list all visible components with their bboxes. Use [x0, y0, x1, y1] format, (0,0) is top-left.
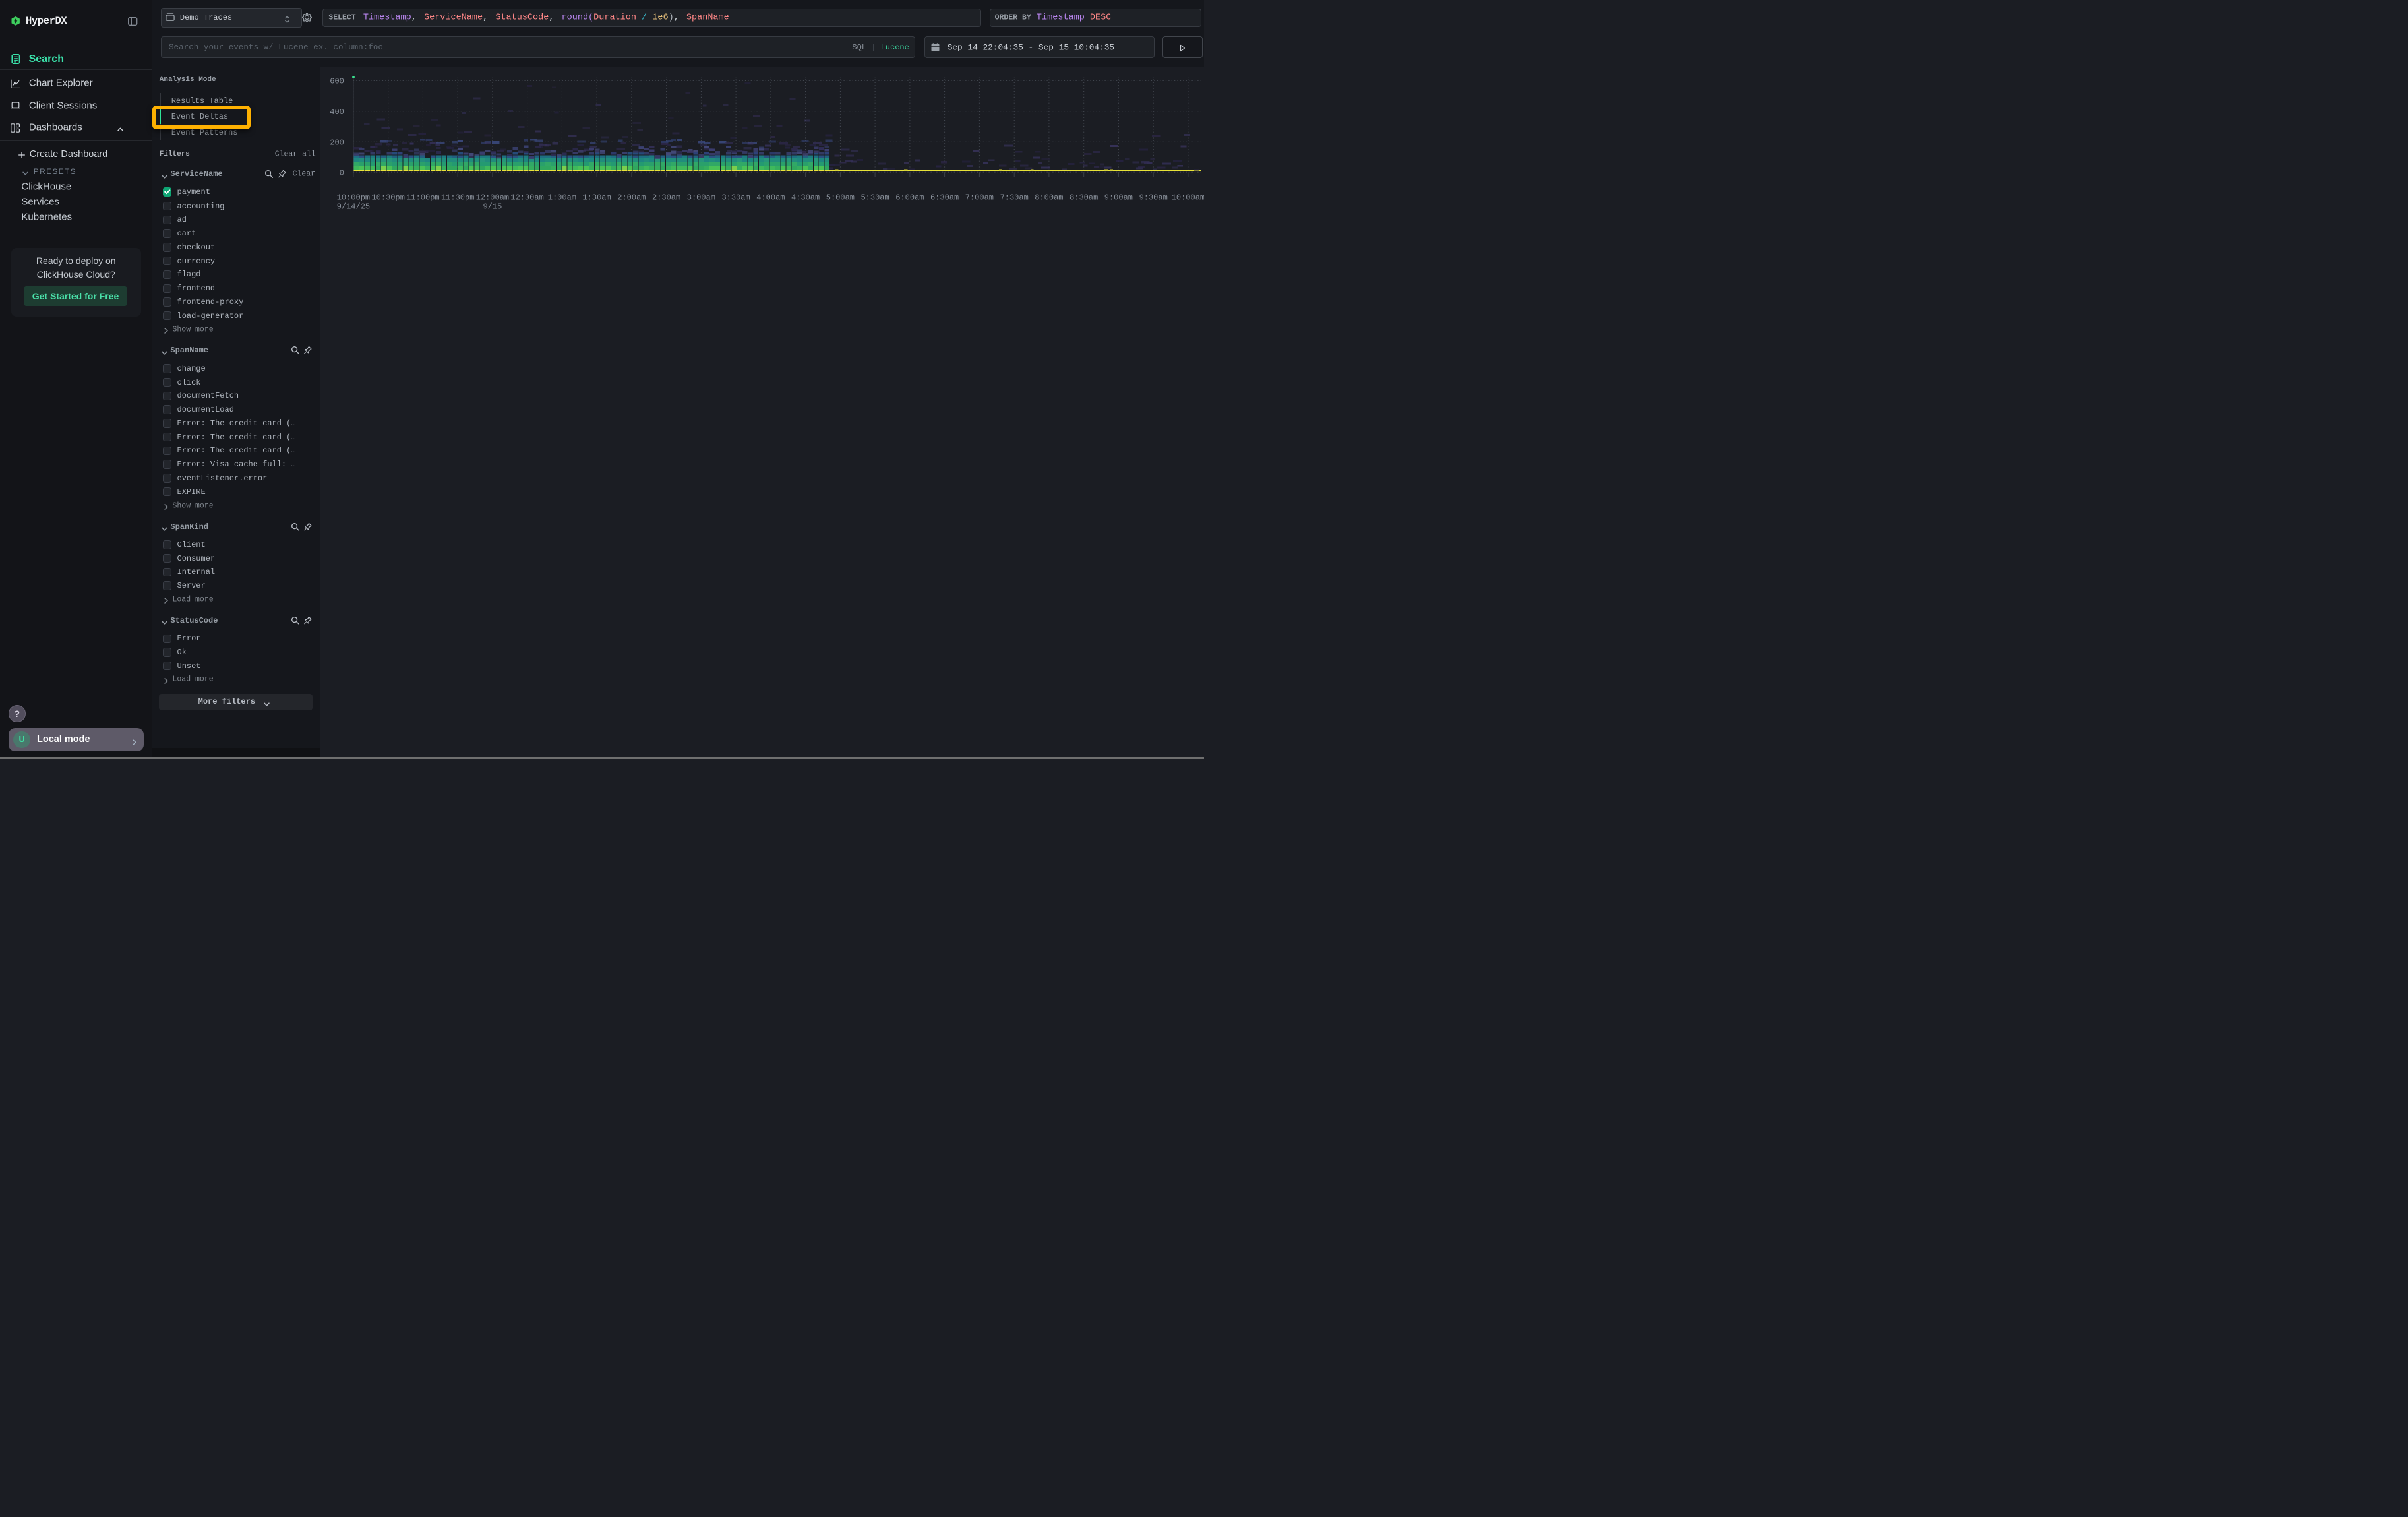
- svg-text:10:00pm: 10:00pm: [337, 193, 370, 202]
- svg-text:200: 200: [330, 138, 344, 147]
- svg-text:10:00am: 10:00am: [1172, 193, 1204, 202]
- svg-text:4:00am: 4:00am: [756, 193, 785, 202]
- svg-text:6:00am: 6:00am: [895, 193, 924, 202]
- svg-text:11:30pm: 11:30pm: [441, 193, 474, 202]
- svg-text:5:30am: 5:30am: [860, 193, 889, 202]
- svg-text:3:30am: 3:30am: [721, 193, 750, 202]
- svg-text:6:30am: 6:30am: [930, 193, 959, 202]
- svg-text:12:30am: 12:30am: [510, 193, 543, 202]
- svg-text:1:30am: 1:30am: [582, 193, 611, 202]
- svg-text:9:00am: 9:00am: [1104, 193, 1133, 202]
- svg-text:2:00am: 2:00am: [617, 193, 646, 202]
- svg-text:9:30am: 9:30am: [1139, 193, 1168, 202]
- svg-text:7:30am: 7:30am: [1000, 193, 1029, 202]
- svg-text:5:00am: 5:00am: [826, 193, 855, 202]
- svg-text:7:00am: 7:00am: [965, 193, 994, 202]
- svg-text:11:00pm: 11:00pm: [406, 193, 439, 202]
- svg-text:12:00am: 12:00am: [476, 193, 509, 202]
- svg-text:1:00am: 1:00am: [548, 193, 576, 202]
- svg-text:2:30am: 2:30am: [652, 193, 680, 202]
- svg-text:3:00am: 3:00am: [687, 193, 715, 202]
- svg-text:4:30am: 4:30am: [791, 193, 820, 202]
- svg-text:8:00am: 8:00am: [1035, 193, 1063, 202]
- svg-text:600: 600: [330, 77, 344, 86]
- svg-text:8:30am: 8:30am: [1069, 193, 1098, 202]
- svg-text:9/15: 9/15: [483, 202, 502, 212]
- svg-text:400: 400: [330, 108, 344, 117]
- svg-text:0: 0: [340, 168, 344, 177]
- svg-text:10:30pm: 10:30pm: [371, 193, 404, 202]
- svg-text:9/14/25: 9/14/25: [337, 202, 370, 212]
